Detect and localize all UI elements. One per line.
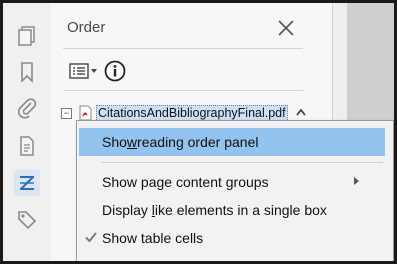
collapse-toggle[interactable]: − [61, 107, 72, 119]
chevron-up-icon [296, 108, 306, 116]
tags-icon[interactable] [14, 207, 40, 233]
header-divider [63, 48, 303, 49]
menu-item-label-rest: ike elements in a single box [154, 202, 327, 218]
attachment-icon[interactable] [14, 95, 40, 121]
close-button[interactable] [275, 17, 297, 39]
toolbar-divider [63, 90, 303, 91]
scroll-up-button[interactable] [293, 104, 309, 120]
document-background [347, 3, 394, 123]
menu-item-mnemonic: w [126, 134, 138, 150]
document-label[interactable]: CitationsAndBibliographyFinal.pdf [96, 104, 288, 122]
close-icon [278, 20, 294, 36]
menu-item-label: Show table cells [102, 230, 204, 246]
checkmark-icon [85, 232, 97, 243]
pages-icon[interactable] [14, 23, 40, 49]
menu-item-label: Display [102, 202, 152, 218]
menu-separator [101, 162, 383, 163]
submenu-arrow-icon [354, 177, 359, 185]
info-icon [104, 60, 126, 82]
options-list-icon [69, 63, 97, 79]
content-icon[interactable] [14, 133, 40, 159]
panel-title: Order [67, 19, 106, 36]
menu-item-label: Sho [102, 134, 127, 150]
menu-item-display-like-elements[interactable]: Display l ike elements in a single box [79, 196, 385, 224]
menu-item-show-table-cells[interactable]: Show table cells [79, 224, 385, 252]
options-menu-button[interactable] [69, 58, 99, 84]
info-button[interactable] [104, 58, 126, 84]
bookmark-icon[interactable] [14, 59, 40, 85]
order-icon[interactable] [14, 170, 40, 196]
menu-item-label: Show page content groups [102, 174, 269, 190]
navigation-rail [3, 3, 52, 261]
menu-item-show-reading-order-panel[interactable]: Sho w reading order panel [79, 128, 385, 156]
options-context-menu: Sho w reading order panel Show page conte… [76, 120, 394, 261]
window-frame: Order − CitationsAndBibliographyFinal.pd… [0, 0, 397, 264]
menu-item-label-rest: reading order panel [137, 134, 259, 150]
pdf-file-icon [79, 105, 92, 121]
menu-item-show-page-content-groups[interactable]: Show page content groups [79, 168, 385, 196]
